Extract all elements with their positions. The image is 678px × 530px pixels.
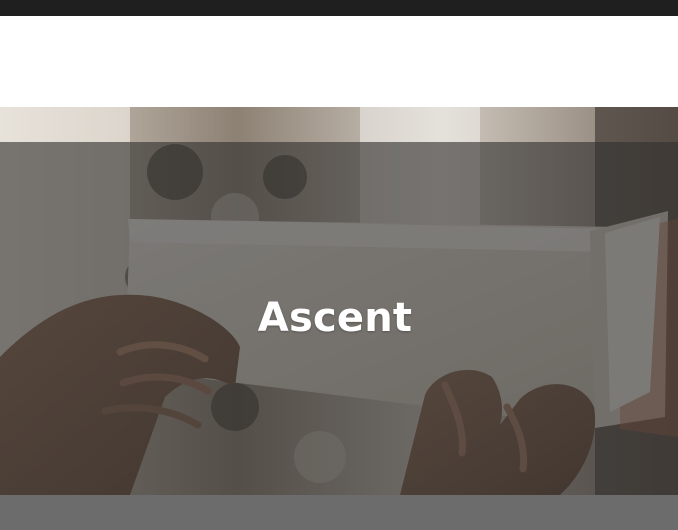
hero-title: Ascent xyxy=(257,294,413,341)
bottom-gray-bar xyxy=(0,495,678,530)
top-navigation-bar xyxy=(0,0,678,16)
page-header xyxy=(0,16,678,107)
hero-banner: Ascent xyxy=(0,107,678,495)
page: Ascent xyxy=(0,0,678,530)
